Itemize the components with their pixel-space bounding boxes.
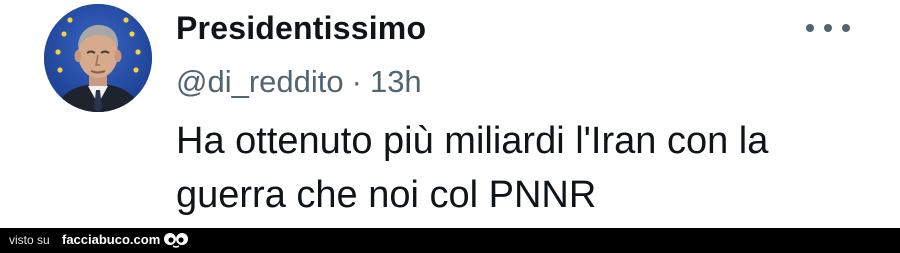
site-label[interactable]: facciabuco.com xyxy=(62,232,160,247)
avatar-photo-icon xyxy=(44,4,152,112)
tweet-text: Ha ottenuto più miliardi l'Iran con la g… xyxy=(176,120,769,216)
eyes-logo-icon xyxy=(164,233,188,248)
tweet-card[interactable]: Presidentissimo @di_reddito · 13h Ha otten… xyxy=(0,0,900,228)
more-options-icon[interactable] xyxy=(806,14,850,42)
visto-label: visto su xyxy=(9,233,50,247)
meta-separator: · xyxy=(351,64,362,99)
dot xyxy=(824,24,832,32)
avatar[interactable] xyxy=(44,4,152,112)
display-name[interactable]: Presidentissimo xyxy=(176,10,426,47)
dot xyxy=(806,24,814,32)
dot xyxy=(842,24,850,32)
handle[interactable]: @di_reddito xyxy=(176,64,344,99)
tweet-meta: @di_reddito · 13h xyxy=(176,64,422,100)
timestamp[interactable]: 13h xyxy=(370,64,422,99)
watermark-footer: visto su facciabuco.com xyxy=(0,228,900,253)
